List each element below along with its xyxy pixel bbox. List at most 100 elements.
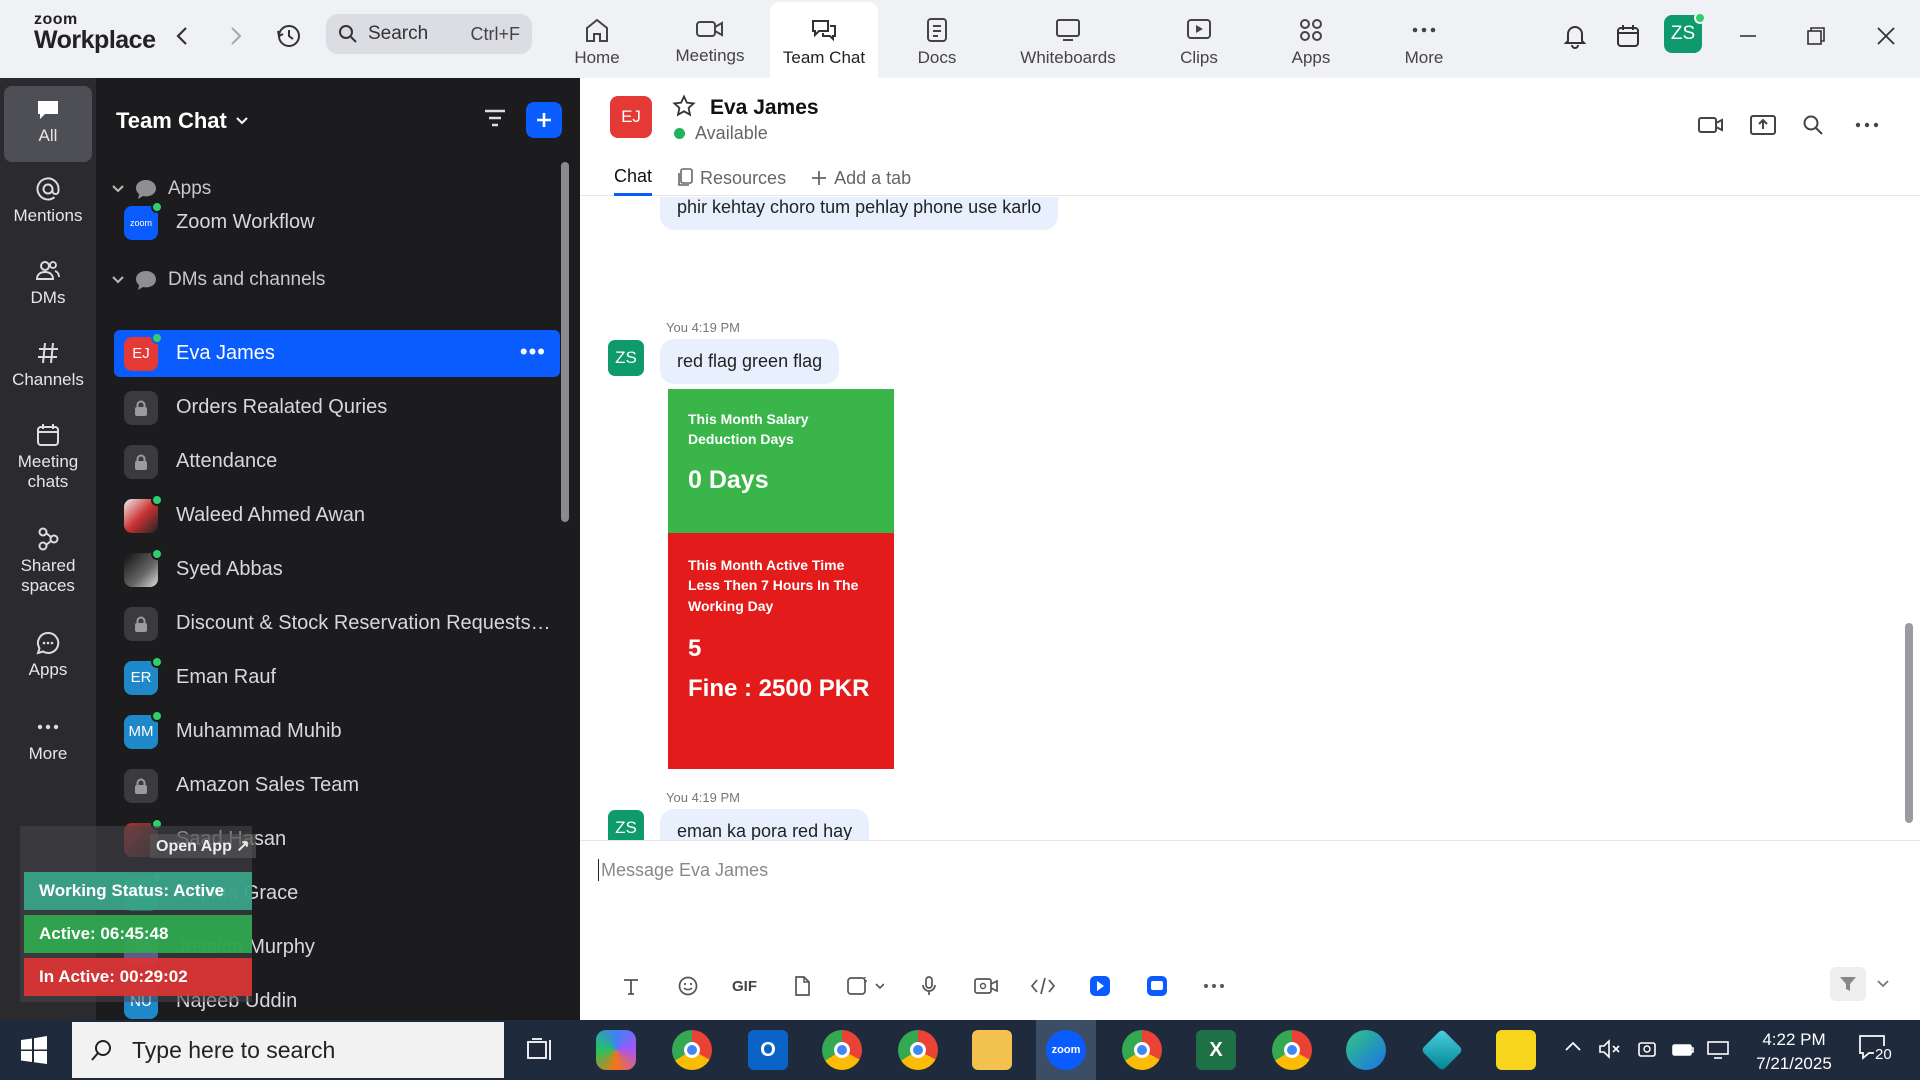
send-button[interactable] [1830, 967, 1866, 1001]
rail-item-apps[interactable]: Apps [4, 630, 92, 700]
minimize-icon[interactable] [1730, 18, 1766, 54]
copilot-icon[interactable] [596, 1030, 636, 1070]
edge-icon[interactable] [1346, 1030, 1386, 1070]
global-search-box[interactable]: Search Ctrl+F [326, 14, 532, 54]
message-bubble[interactable]: eman ka pora red hay [660, 809, 870, 840]
chrome-profile-2-icon[interactable] [898, 1030, 938, 1070]
sidebar-item-muhammad-muhib[interactable]: MM Muhammad Muhib [114, 708, 560, 755]
sidebar-item-attendance[interactable]: Attendance [114, 438, 560, 485]
tab-clips[interactable]: Clips [1145, 2, 1253, 78]
meet-now-icon[interactable] [1636, 1038, 1658, 1060]
task-view-icon[interactable] [520, 1030, 560, 1070]
group-header-apps[interactable]: Apps [112, 178, 211, 200]
rail-item-meeting-chats[interactable]: Meeting chats [4, 422, 92, 512]
search-in-chat-icon[interactable] [1796, 108, 1830, 142]
more-options-icon[interactable] [1850, 108, 1884, 142]
tab-home[interactable]: Home [543, 2, 651, 78]
file-attach-icon[interactable] [773, 969, 830, 1003]
sidebar-item-waleed-ahmed-awan[interactable]: Waleed Ahmed Awan [114, 492, 560, 539]
send-options-chevron-icon[interactable] [1876, 979, 1890, 989]
format-text-icon[interactable] [602, 969, 659, 1003]
chrome-profile-4-icon[interactable] [1272, 1030, 1312, 1070]
notifications-bell-icon[interactable] [1557, 18, 1593, 54]
open-app-button[interactable]: Open App ↗ [150, 834, 256, 858]
more-tools-icon[interactable] [1185, 969, 1242, 1003]
rail-item-all[interactable]: All [4, 86, 92, 162]
battery-icon[interactable] [1670, 1038, 1696, 1060]
taskbar-search-box[interactable]: Type here to search [72, 1022, 504, 1078]
chrome-icon[interactable] [672, 1030, 712, 1070]
rail-item-more[interactable]: More [4, 714, 92, 784]
new-chat-button[interactable] [526, 102, 562, 138]
rail-item-mentions[interactable]: Mentions [4, 176, 92, 246]
rail-item-shared-spaces[interactable]: Shared spaces [4, 526, 92, 616]
sidebar-item-syed-abbas[interactable]: Syed Abbas [114, 546, 560, 593]
volume-muted-icon[interactable] [1598, 1038, 1622, 1060]
sidebar-item-eva-james[interactable]: EJ Eva James ••• [114, 330, 560, 377]
add-tab-button[interactable]: Add a tab [810, 168, 911, 195]
file-explorer-icon[interactable] [972, 1030, 1012, 1070]
message-input[interactable]: Message Eva James [598, 859, 768, 881]
chrome-profile-icon[interactable] [822, 1030, 862, 1070]
sidebar-item-zoom-workflow[interactable]: zoom Zoom Workflow [114, 199, 560, 246]
back-arrow-icon[interactable] [168, 22, 196, 50]
attached-image-card[interactable]: This Month Salary Deduction Days 0 Days … [668, 389, 894, 769]
notification-center-icon[interactable]: 20 [1858, 1034, 1893, 1063]
clips-app-icon[interactable] [1071, 969, 1128, 1003]
screenshot-icon[interactable] [830, 969, 900, 1003]
tab-team-chat[interactable]: Team Chat [770, 2, 878, 78]
share-screen-icon[interactable] [1746, 108, 1780, 142]
zoom-taskbar-icon[interactable]: zoom [1046, 1030, 1086, 1070]
video-call-icon[interactable] [1694, 108, 1728, 142]
tab-meetings[interactable]: Meetings [656, 2, 764, 78]
forward-arrow-icon[interactable] [222, 22, 250, 50]
chat-app-icon[interactable] [1128, 969, 1185, 1003]
message-avatar[interactable]: ZS [608, 810, 644, 840]
message-bubble[interactable]: red flag green flag [660, 339, 840, 384]
code-snippet-icon[interactable] [1014, 969, 1071, 1003]
sticky-notes-icon[interactable] [1496, 1030, 1536, 1070]
sidebar-item-eman-rauf[interactable]: ER Eman Rauf [114, 654, 560, 701]
generic-app-icon[interactable] [1420, 1028, 1464, 1072]
rail-item-dms[interactable]: DMs [4, 258, 92, 328]
microphone-icon[interactable] [900, 969, 957, 1003]
message-avatar[interactable]: ZS [608, 340, 644, 376]
filter-icon[interactable] [482, 106, 508, 130]
show-hidden-icons-chevron-icon[interactable] [1564, 1040, 1582, 1052]
windows-start-icon[interactable] [20, 1036, 48, 1064]
sidebar-item-amazon-sales-team[interactable]: Amazon Sales Team [114, 762, 560, 809]
close-window-icon[interactable] [1868, 18, 1904, 54]
sidebar-item-discount-stock[interactable]: Discount & Stock Reservation Requests O.… [114, 600, 560, 647]
group-header-dms-channels[interactable]: DMs and channels [112, 269, 325, 291]
tab-resources[interactable]: Resources [676, 168, 786, 195]
emoji-icon[interactable] [659, 969, 716, 1003]
message-scrollbar[interactable] [1905, 623, 1913, 823]
network-icon[interactable] [1706, 1038, 1732, 1060]
chrome-profile-3-icon[interactable] [1122, 1030, 1162, 1070]
excel-icon[interactable]: X [1196, 1030, 1236, 1070]
user-avatar[interactable]: ZS [1664, 12, 1706, 53]
tab-chat[interactable]: Chat [614, 166, 653, 196]
tab-apps[interactable]: Apps [1257, 2, 1365, 78]
search-shortcut: Ctrl+F [470, 23, 521, 44]
sidebar-title-dropdown[interactable]: Team Chat [116, 108, 249, 134]
gif-button[interactable]: GIF [716, 969, 773, 1003]
star-icon[interactable] [672, 94, 696, 118]
contact-name[interactable]: Eva James [710, 96, 819, 120]
restore-window-icon[interactable] [1798, 18, 1834, 54]
tab-more[interactable]: More [1370, 2, 1478, 78]
video-message-icon[interactable] [957, 969, 1014, 1003]
message-bubble[interactable]: phir kehtay choro tum pehlay phone use k… [660, 197, 1059, 230]
outlook-icon[interactable]: O [748, 1030, 788, 1070]
taskbar-clock[interactable]: 4:22 PM 7/21/2025 [1746, 1028, 1842, 1076]
history-icon[interactable] [275, 22, 303, 50]
sidebar-item-orders-realated-quries[interactable]: Orders Realated Quries [114, 384, 560, 431]
tab-whiteboards[interactable]: Whiteboards [1014, 2, 1122, 78]
calendar-icon[interactable] [1610, 18, 1646, 54]
rail-item-channels[interactable]: Channels [4, 340, 92, 410]
more-options-icon[interactable]: ••• [520, 339, 546, 365]
tab-docs[interactable]: Docs [883, 2, 991, 78]
contact-avatar[interactable]: EJ [610, 96, 652, 138]
fine-amount: Fine : 2500 PKR [688, 674, 870, 702]
sidebar-scrollbar[interactable] [561, 162, 569, 522]
